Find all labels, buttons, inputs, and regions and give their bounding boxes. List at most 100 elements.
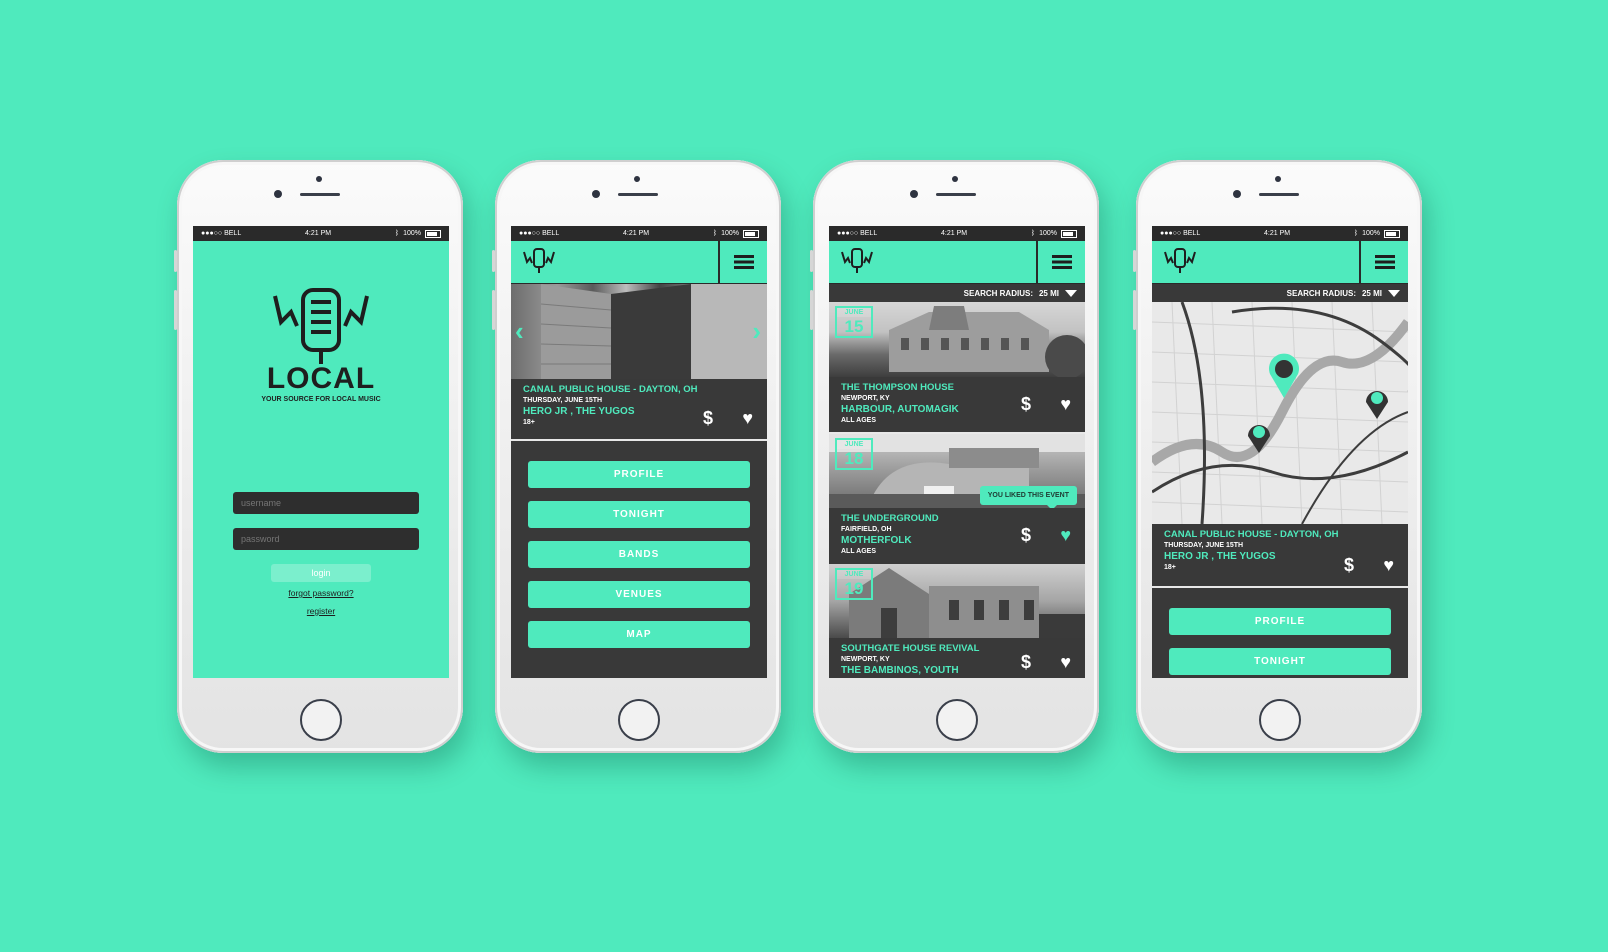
login-button[interactable]: login — [271, 564, 371, 582]
app-bar — [829, 241, 1085, 284]
hamburger-menu-icon[interactable] — [1359, 241, 1408, 283]
event-photo: JUNE 19 — [829, 564, 1085, 638]
event-venue: THE THOMPSON HOUSE — [841, 382, 954, 393]
front-camera — [1233, 190, 1241, 198]
event-card[interactable]: JUNE 15 THE THOMPSON HOUSE NEWPORT, KY H… — [829, 302, 1085, 434]
search-radius-dropdown[interactable]: SEARCH RADIUS: 25 MI — [829, 284, 1085, 302]
front-camera — [274, 190, 282, 198]
event-day: 15 — [844, 317, 864, 336]
front-camera — [592, 190, 600, 198]
logo-icon[interactable] — [1162, 246, 1198, 278]
phone-login: ●●●○○ BELL 4:21 PM ᛒ 100% LOCAL YOUR SOUR… — [174, 160, 463, 753]
volume-button — [174, 290, 177, 330]
time-label: 4:21 PM — [623, 230, 650, 237]
dollar-icon[interactable]: $ — [1344, 555, 1354, 576]
map-pin-icon[interactable] — [1246, 420, 1272, 454]
bluetooth-icon: ᛒ — [1030, 230, 1036, 237]
search-radius-label: SEARCH RADIUS: — [1286, 288, 1356, 298]
profile-button[interactable]: PROFILE — [1169, 608, 1391, 635]
mute-switch — [174, 250, 177, 272]
event-venue: CANAL PUBLIC HOUSE - DAYTON, OH — [523, 384, 698, 395]
event-age: 18+ — [523, 419, 535, 426]
map-button[interactable]: MAP — [528, 621, 750, 648]
bluetooth-icon: ᛒ — [712, 230, 718, 237]
forgot-password-link[interactable]: forgot password? — [193, 588, 449, 598]
heart-icon[interactable]: ♥ — [742, 408, 753, 429]
sensor — [634, 176, 640, 182]
featured-event-info[interactable]: CANAL PUBLIC HOUSE - DAYTON, OH THURSDAY… — [511, 379, 767, 439]
hamburger-menu-icon[interactable] — [718, 241, 767, 283]
volume-button — [810, 290, 813, 330]
map-pin-icon[interactable] — [1364, 386, 1390, 420]
home-button[interactable] — [618, 699, 660, 741]
event-date: THURSDAY, JUNE 15TH — [523, 397, 603, 404]
sensor — [1275, 176, 1281, 182]
building-photo-graphic — [540, 284, 767, 379]
volume-button — [492, 290, 495, 330]
mute-switch — [810, 250, 813, 272]
username-input[interactable] — [233, 492, 419, 514]
logo-icon[interactable] — [521, 246, 557, 278]
events-screen: ●●●○○ BELL 4:21 PM ᛒ 100% SEARCH RADIUS: … — [829, 226, 1085, 678]
map-view[interactable] — [1152, 302, 1408, 524]
event-venue: CANAL PUBLIC HOUSE - DAYTON, OH — [1164, 529, 1339, 540]
phone-map: ●●●○○ BELL 4:21 PM ᛒ 100% SEARCH RADIUS: … — [1133, 160, 1422, 753]
event-card[interactable]: JUNE 18 YOU LIKED THIS EVENT THE UNDERGR… — [829, 434, 1085, 564]
home-button[interactable] — [936, 699, 978, 741]
front-camera — [910, 190, 918, 198]
carrier-label: ●●●○○ BELL — [1160, 230, 1201, 237]
heart-icon[interactable]: ♥ — [1383, 555, 1394, 576]
home-button[interactable] — [300, 699, 342, 741]
volume-button — [1133, 290, 1136, 330]
heart-icon[interactable]: ♥ — [1060, 652, 1071, 673]
tonight-button[interactable]: TONIGHT — [1169, 648, 1391, 675]
carrier-label: ●●●○○ BELL — [837, 230, 878, 237]
earpiece-speaker — [300, 193, 340, 196]
bands-button[interactable]: BANDS — [528, 541, 750, 568]
phone-events: ●●●○○ BELL 4:21 PM ᛒ 100% SEARCH RADIUS: … — [810, 160, 1099, 753]
dollar-icon[interactable]: $ — [1021, 652, 1031, 673]
battery-label: 100% — [1039, 230, 1057, 237]
map-pin-icon[interactable] — [1266, 352, 1302, 400]
event-month: JUNE — [837, 570, 871, 579]
carrier-label: ●●●○○ BELL — [201, 230, 242, 237]
earpiece-speaker — [936, 193, 976, 196]
dollar-icon[interactable]: $ — [1021, 525, 1031, 546]
venues-button[interactable]: VENUES — [528, 581, 750, 608]
register-link[interactable]: register — [193, 606, 449, 616]
event-bands: HERO JR , THE YUGOS — [523, 406, 635, 417]
search-radius-dropdown[interactable]: SEARCH RADIUS: 25 MI — [1152, 284, 1408, 302]
profile-button[interactable]: PROFILE — [528, 461, 750, 488]
map-screen: ●●●○○ BELL 4:21 PM ᛒ 100% SEARCH RADIUS: … — [1152, 226, 1408, 678]
login-screen: ●●●○○ BELL 4:21 PM ᛒ 100% LOCAL YOUR SOUR… — [193, 226, 449, 678]
carousel-prev-icon[interactable]: ‹ — [515, 316, 524, 347]
heart-icon-liked[interactable]: ♥ — [1060, 525, 1071, 546]
app-bar — [511, 241, 767, 284]
dollar-icon[interactable]: $ — [703, 408, 713, 429]
tonight-button[interactable]: TONIGHT — [528, 501, 750, 528]
battery-label: 100% — [403, 230, 421, 237]
event-venue: THE UNDERGROUND — [841, 513, 939, 524]
password-input[interactable] — [233, 528, 419, 550]
status-bar: ●●●○○ BELL 4:21 PM ᛒ 100% — [829, 226, 1085, 241]
time-label: 4:21 PM — [941, 230, 968, 237]
featured-event-info[interactable]: CANAL PUBLIC HOUSE - DAYTON, OH THURSDAY… — [1152, 524, 1408, 586]
event-age: ALL AGES — [841, 548, 877, 555]
event-info: THE UNDERGROUND FAIRFIELD, OH MOTHERFOLK… — [829, 508, 1085, 560]
battery-icon — [743, 229, 759, 238]
search-radius-value: 25 MI — [1038, 288, 1059, 298]
liked-tooltip: YOU LIKED THIS EVENT — [979, 486, 1077, 508]
carousel-next-icon[interactable]: › — [752, 316, 761, 347]
event-date-badge: JUNE 18 — [835, 438, 873, 470]
battery-icon — [1061, 229, 1077, 238]
sensor — [316, 176, 322, 182]
hamburger-menu-icon[interactable] — [1036, 241, 1085, 283]
event-card[interactable]: JUNE 19 SOUTHGATE HOUSE REVIVAL NEWPORT,… — [829, 564, 1085, 678]
event-photo: JUNE 18 YOU LIKED THIS EVENT — [829, 434, 1085, 508]
logo-icon[interactable] — [839, 246, 875, 278]
heart-icon[interactable]: ♥ — [1060, 394, 1071, 415]
featured-event-photo[interactable]: ‹ › — [511, 284, 767, 379]
event-bands: HERO JR , THE YUGOS — [1164, 551, 1276, 562]
home-button[interactable] — [1259, 699, 1301, 741]
dollar-icon[interactable]: $ — [1021, 394, 1031, 415]
